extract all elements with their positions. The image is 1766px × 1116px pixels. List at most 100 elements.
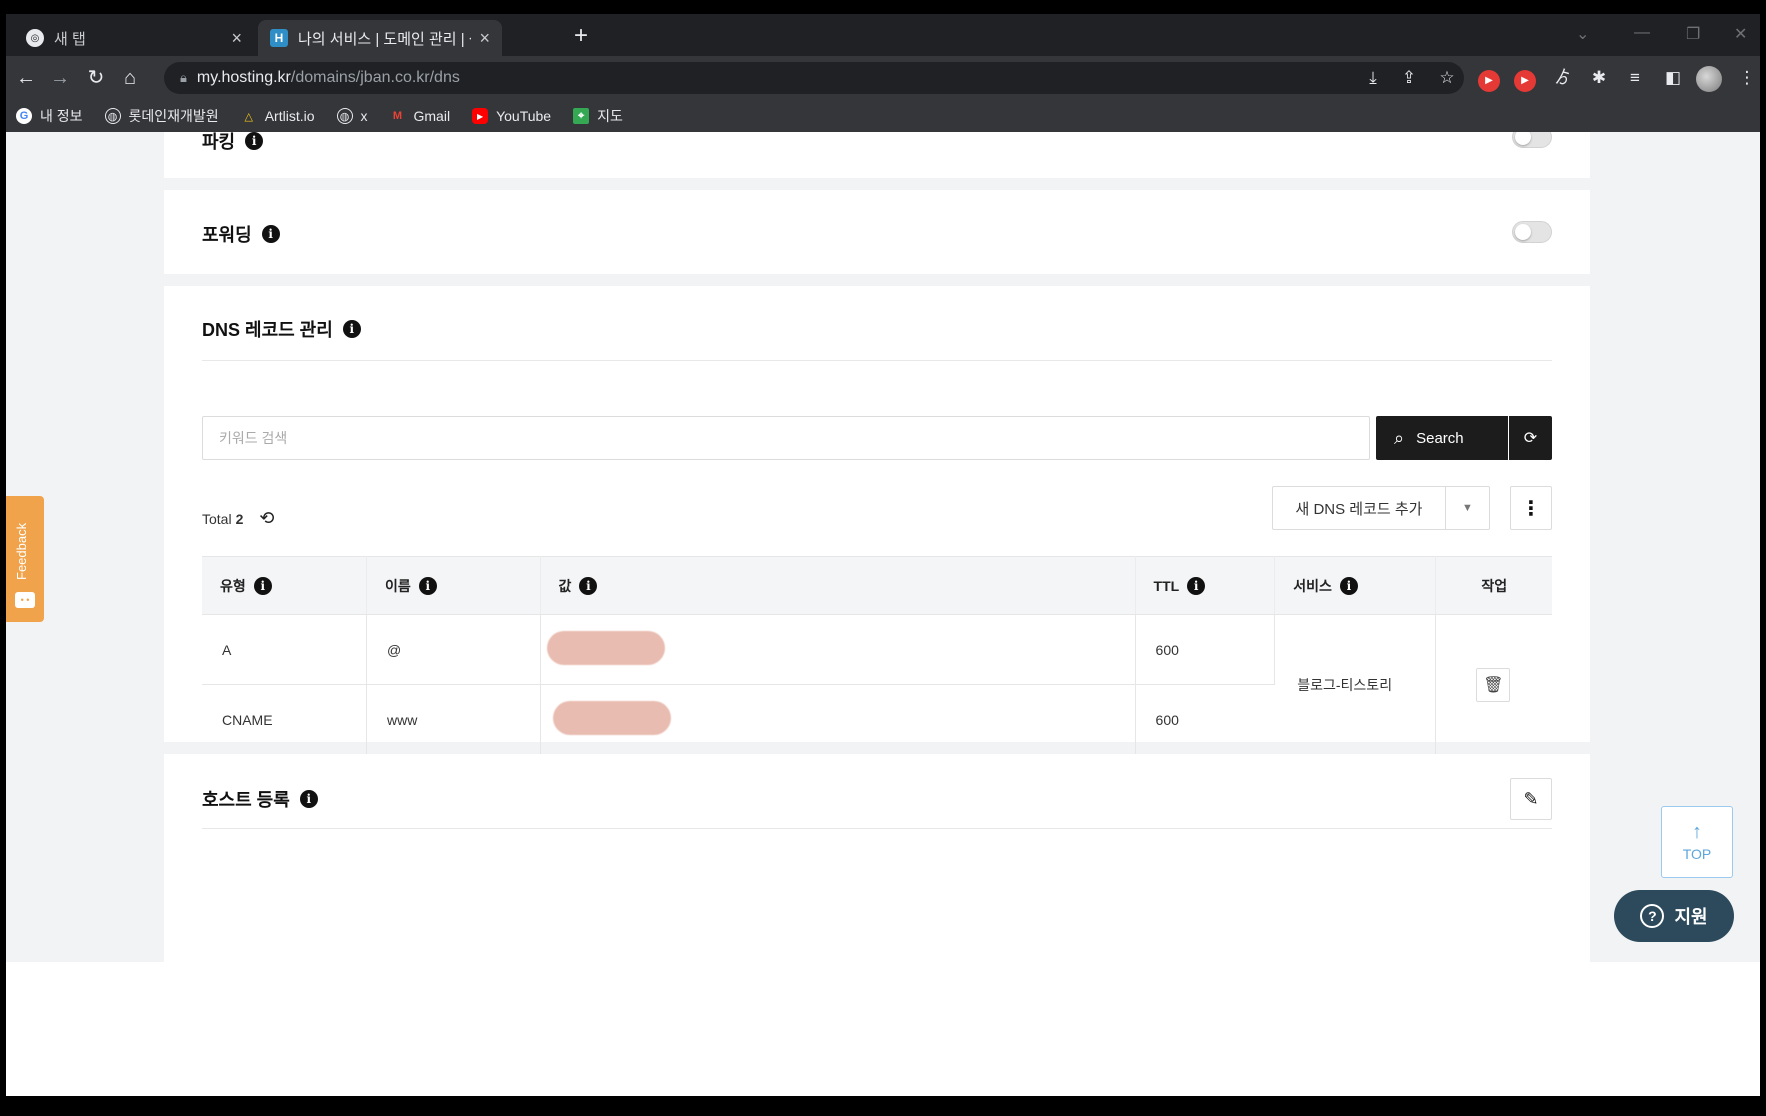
extension-play-icon[interactable]: ▶	[1476, 66, 1502, 92]
cell-value	[540, 684, 1136, 755]
feedback-label: Feedback	[14, 522, 29, 580]
close-icon[interactable]: ×	[479, 28, 490, 49]
info-icon[interactable]: i	[418, 576, 437, 595]
info-icon[interactable]: i	[253, 576, 272, 595]
cell-type: A	[202, 614, 368, 685]
bookmark-label: Artlist.io	[264, 108, 315, 124]
close-icon[interactable]: ×	[231, 28, 242, 49]
new-tab-button[interactable]: +	[574, 24, 588, 48]
bookmark-label: 내 정보	[40, 108, 83, 124]
reload-icon[interactable]: ↻	[84, 66, 108, 90]
column-header-action: 작업	[1435, 556, 1552, 615]
tab-domain-management[interactable]: H 나의 서비스 | 도메인 관리 | 상세 ×	[258, 20, 502, 56]
minimize-icon[interactable]: —	[1634, 24, 1650, 42]
column-label: 유형	[220, 577, 246, 594]
section-title: DNS 레코드 관리	[202, 320, 333, 340]
globe-icon: ◍	[104, 108, 121, 124]
info-icon[interactable]: i	[1187, 576, 1206, 595]
redacted-value	[546, 631, 665, 665]
cell-value	[540, 614, 1136, 685]
extension-translate-icon[interactable]: ゟ	[1550, 66, 1576, 90]
extensions-puzzle-icon[interactable]: ✱	[1586, 66, 1612, 90]
youtube-icon: ▶	[472, 108, 489, 124]
info-icon[interactable]: i	[1339, 576, 1358, 595]
dns-title: DNS 레코드 관리 i	[202, 316, 361, 342]
more-options-button[interactable]: ⋮	[1510, 486, 1552, 530]
host-title: 호스트 등록 i	[202, 786, 318, 812]
refresh-icon: ⟳	[1523, 430, 1538, 447]
gmail-icon: M	[392, 110, 403, 122]
search-button[interactable]: ⌕ Search	[1376, 416, 1508, 460]
add-dns-record-dropdown[interactable]: 새 DNS 레코드 추가 ▼	[1272, 486, 1490, 530]
keyword-search-input[interactable]	[202, 416, 1370, 460]
pencil-icon: ✎	[1523, 788, 1539, 809]
delete-trash-icon[interactable]: 🗑︎	[1476, 667, 1511, 702]
dns-records-card: DNS 레코드 관리 i ⌕ Search ⟳ Total 2 ⟲ 새 DNS …	[164, 286, 1590, 755]
chrome-icon: ◎	[26, 29, 44, 47]
restore-icon[interactable]: ❐	[1686, 24, 1700, 44]
refresh-icon[interactable]: ⟲	[259, 508, 274, 529]
window-close-icon[interactable]: ✕	[1734, 24, 1747, 44]
feedback-tab[interactable]: Feedback • •	[6, 496, 44, 622]
back-icon[interactable]: ←	[14, 66, 38, 90]
column-header-value: 값i	[540, 556, 1136, 615]
column-label: 이름	[385, 577, 411, 594]
bookmarks-bar: G 내 정보 ◍ 롯데인재개발원 △ Artlist.io ◍ x M Gmai…	[6, 100, 1760, 132]
support-button[interactable]: ? 지원	[1614, 890, 1734, 942]
table-row: A @ 600 블로그-티스토리 🗑︎	[202, 614, 1552, 755]
table-header-row: 유형 i 이름 i 값i TTL i 서비스 i 작업	[202, 556, 1552, 615]
add-dns-record-label: 새 DNS 레코드 추가	[1295, 500, 1423, 518]
bookmark-star-icon[interactable]: ☆	[1434, 66, 1460, 90]
info-icon[interactable]: i	[261, 225, 280, 243]
cell-ttl: 600	[1135, 614, 1276, 685]
profile-avatar[interactable]	[1696, 66, 1722, 92]
arrow-up-icon: ↑	[1692, 821, 1702, 843]
address-bar[interactable]: 🔒︎ my.hosting.kr /domains/jban.co.kr/dns	[164, 62, 1464, 94]
maps-icon: ⌖	[573, 108, 590, 124]
bookmark-label: YouTube	[496, 108, 552, 124]
extension-play-icon-2[interactable]: ▶	[1512, 66, 1538, 92]
total-count: Total 2 ⟲	[202, 508, 274, 529]
hosting-kr-icon: H	[270, 29, 288, 47]
feedback-face-icon: • •	[15, 592, 35, 608]
tab-strip: ◎ 새 탭 × H 나의 서비스 | 도메인 관리 | 상세 × + ⌄ — ❐…	[6, 14, 1760, 56]
info-icon[interactable]: i	[299, 790, 318, 808]
bookmark-maps[interactable]: ⌖ 지도	[573, 106, 623, 126]
scroll-top-button[interactable]: ↑ TOP	[1661, 806, 1733, 878]
bookmark-youtube[interactable]: ▶ YouTube	[472, 108, 551, 124]
bookmark-artlist[interactable]: △ Artlist.io	[241, 108, 315, 124]
caret-down-icon[interactable]: ▼	[1445, 487, 1489, 529]
column-header-service: 서비스 i	[1274, 556, 1437, 615]
column-header-name: 이름 i	[366, 556, 541, 615]
globe-icon: ◍	[336, 108, 353, 124]
info-icon[interactable]: i	[342, 320, 361, 338]
forward-icon[interactable]: →	[48, 66, 72, 90]
bookmark-my-info[interactable]: G 내 정보	[16, 106, 83, 126]
url-path: /domains/jban.co.kr/dns	[290, 69, 460, 86]
edit-host-button[interactable]: ✎	[1510, 778, 1552, 820]
support-label: 지원	[1674, 907, 1708, 927]
install-icon[interactable]: ⤓	[1360, 66, 1386, 90]
bookmark-x[interactable]: ◍ x	[336, 108, 368, 124]
forwarding-toggle[interactable]	[1512, 221, 1552, 243]
side-panel-icon[interactable]: ◧	[1660, 66, 1686, 90]
share-icon[interactable]: ⇪	[1396, 66, 1422, 90]
redacted-value	[552, 701, 671, 735]
bookmark-label: 지도	[597, 108, 623, 124]
more-menu-icon[interactable]: ⋮	[1734, 66, 1760, 90]
artlist-icon: △	[244, 110, 253, 123]
bookmark-lotte[interactable]: ◍ 롯데인재개발원	[104, 106, 219, 126]
info-icon[interactable]: i	[245, 132, 264, 150]
media-queue-icon[interactable]: ≡	[1622, 66, 1648, 90]
bookmark-gmail[interactable]: M Gmail	[390, 108, 450, 124]
parking-toggle[interactable]	[1512, 132, 1552, 148]
reset-search-button[interactable]: ⟳	[1509, 416, 1552, 460]
tab-new-tab[interactable]: ◎ 새 탭 ×	[14, 20, 254, 56]
column-label: 값	[558, 577, 572, 594]
dns-records-table: 유형 i 이름 i 값i TTL i 서비스 i 작업 A @ 600 블로그-티스토	[202, 556, 1552, 755]
question-icon: ?	[1640, 904, 1665, 928]
home-icon[interactable]: ⌂	[118, 66, 142, 90]
chevron-down-icon[interactable]: ⌄	[1576, 24, 1589, 44]
lock-icon[interactable]: 🔒︎	[180, 70, 187, 86]
info-icon[interactable]: i	[579, 576, 598, 595]
